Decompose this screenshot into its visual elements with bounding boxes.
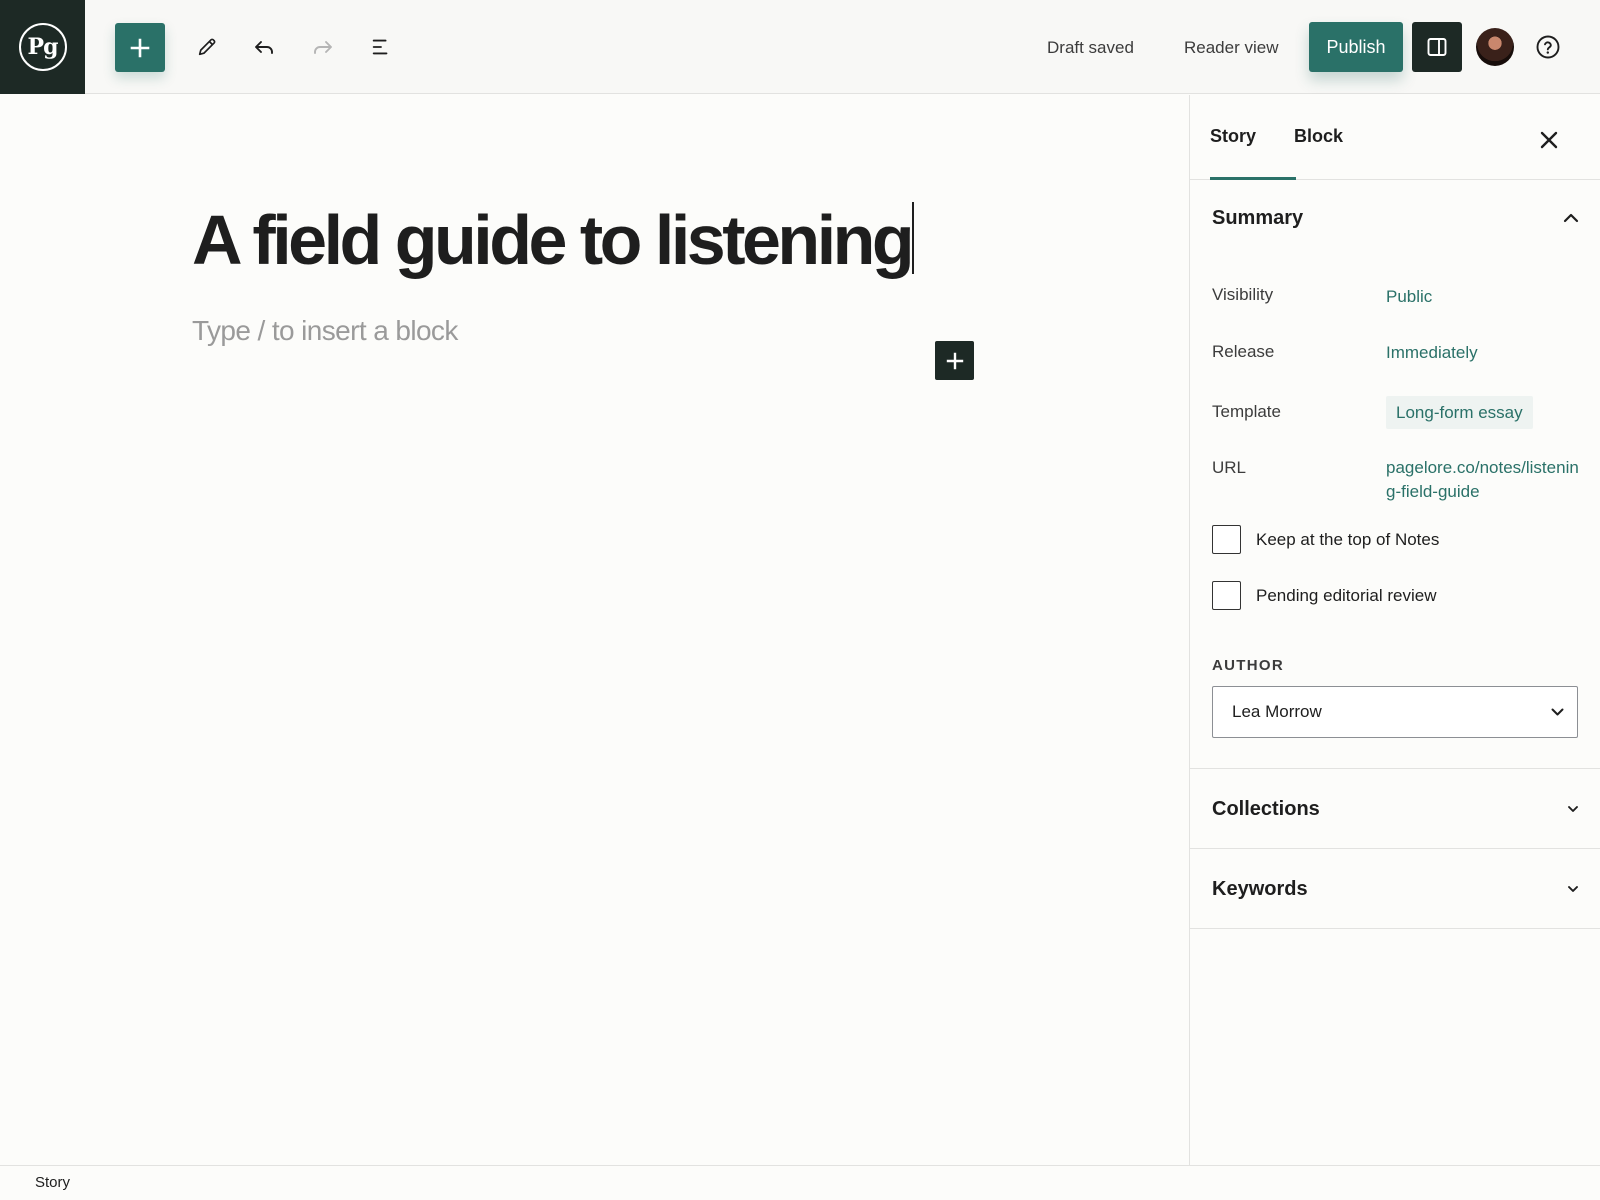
undo-icon	[255, 41, 273, 54]
help-icon	[1536, 35, 1560, 59]
document-overview-button[interactable]	[363, 29, 399, 65]
summary-panel-title: Summary	[1212, 206, 1304, 229]
plus-icon	[130, 38, 150, 57]
author-selected-value: Lea Morrow	[1232, 702, 1322, 721]
tab-story[interactable]: Story	[1210, 95, 1296, 180]
editor-canvas: A field guide to listening Type / to ins…	[0, 95, 1189, 1165]
site-logo: Pg	[18, 23, 67, 71]
template-label: Template	[1212, 402, 1281, 421]
block-breadcrumb-bar: Story	[0, 1165, 1600, 1200]
pending-review-label: Pending editorial review	[1256, 585, 1437, 605]
settings-sidebar: Story Block Summary Visibility Public Re…	[1189, 95, 1600, 1165]
release-label: Release	[1212, 342, 1275, 361]
plus-icon	[946, 352, 963, 369]
post-title-text: A field guide to listening	[192, 201, 915, 279]
redo-button[interactable]	[305, 29, 341, 65]
tab-block[interactable]: Block	[1294, 95, 1343, 180]
keywords-panel-title: Keywords	[1212, 877, 1308, 900]
site-logo-button[interactable]: Pg	[0, 0, 85, 94]
chevron-up-icon	[1563, 212, 1579, 224]
url-label: URL	[1212, 458, 1247, 477]
user-avatar[interactable]	[1476, 28, 1514, 66]
editor-header: Pg Draft saved Reader view Publish	[0, 0, 1600, 94]
save-status: Draft saved	[1047, 38, 1134, 57]
template-value[interactable]: Long-form essay	[1386, 396, 1533, 429]
pending-review-checkbox[interactable]	[1212, 581, 1241, 610]
inline-add-block-button[interactable]	[935, 341, 974, 380]
tools-button[interactable]	[189, 29, 225, 65]
summary-panel-toggle[interactable]: Summary	[1190, 178, 1600, 258]
keywords-panel-toggle[interactable]: Keywords	[1190, 849, 1600, 929]
collections-panel-toggle[interactable]: Collections	[1190, 769, 1600, 849]
empty-block-placeholder[interactable]: Type / to insert a block	[192, 313, 458, 349]
panel-divider	[1190, 928, 1600, 929]
collections-panel-title: Collections	[1212, 797, 1320, 820]
chevron-down-icon	[1567, 805, 1579, 814]
chevron-down-icon	[1567, 885, 1579, 894]
breadcrumb-story[interactable]: Story	[35, 1174, 70, 1191]
settings-toggle-button[interactable]	[1412, 22, 1462, 72]
sidebar-tabs: Story Block	[1190, 95, 1600, 180]
text-cursor	[912, 202, 915, 274]
url-value[interactable]: pagelore.co/notes/listening-field-guide	[1386, 456, 1586, 504]
visibility-label: Visibility	[1212, 285, 1274, 304]
publish-button[interactable]: Publish	[1309, 22, 1403, 72]
author-select[interactable]: Lea Morrow	[1212, 686, 1578, 738]
add-block-button[interactable]	[115, 23, 165, 72]
sticky-checkbox[interactable]	[1212, 525, 1241, 554]
pencil-icon	[198, 38, 216, 56]
redo-icon	[314, 41, 332, 54]
sticky-option[interactable]: Keep at the top of Notes	[1212, 525, 1439, 554]
undo-button[interactable]	[246, 29, 282, 65]
visibility-value[interactable]: Public	[1386, 285, 1432, 309]
reader-view-button[interactable]: Reader view	[1184, 36, 1279, 60]
release-value[interactable]: Immediately	[1386, 341, 1478, 365]
pending-review-option[interactable]: Pending editorial review	[1212, 581, 1437, 610]
sticky-label: Keep at the top of Notes	[1256, 529, 1440, 549]
help-button[interactable]	[1530, 29, 1566, 65]
author-caption: AUTHOR	[1212, 657, 1284, 674]
post-title-field[interactable]: A field guide to listening	[192, 200, 915, 280]
chevron-down-icon	[1551, 708, 1564, 717]
sidebar-toggle-icon	[1427, 38, 1447, 56]
close-icon	[1540, 131, 1558, 149]
close-sidebar-button[interactable]	[1536, 127, 1562, 153]
list-view-icon	[372, 39, 388, 55]
